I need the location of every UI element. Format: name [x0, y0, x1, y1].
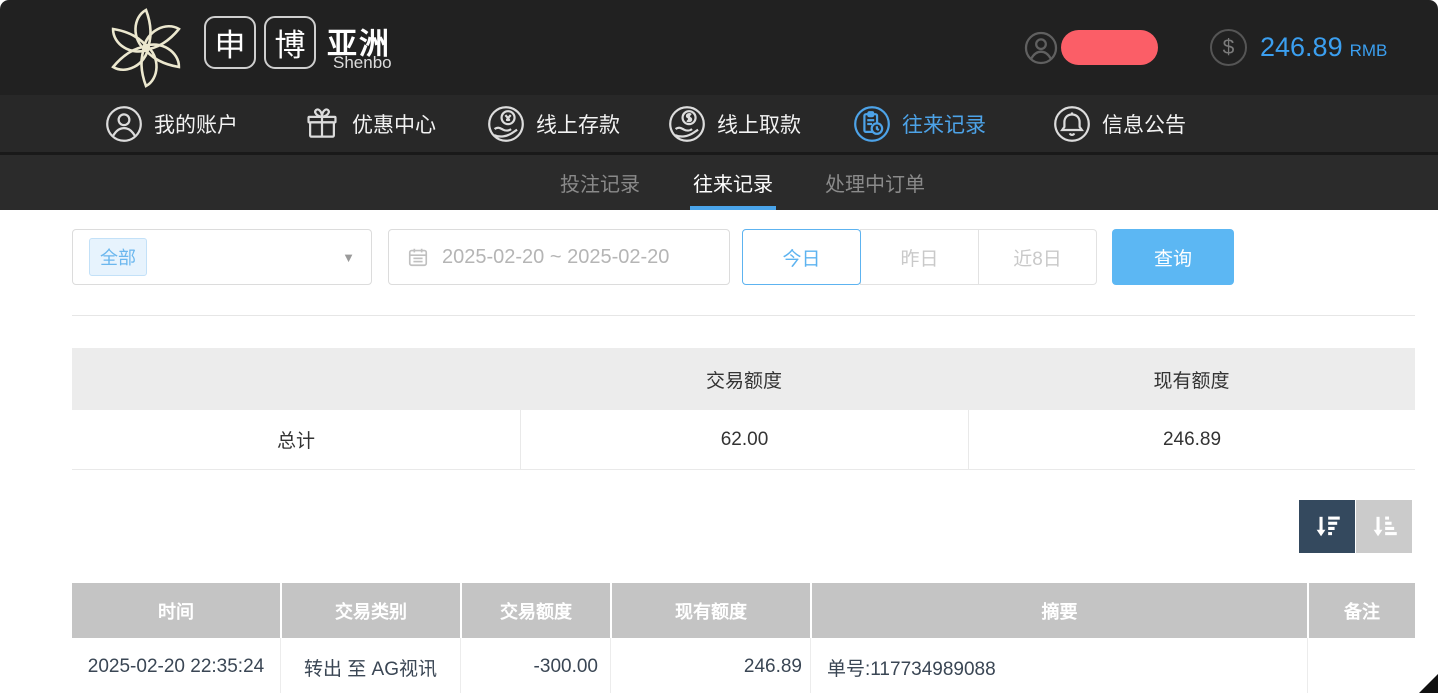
logo-subtitle: Shenbo [333, 53, 392, 73]
dollar-icon: $ [1210, 29, 1247, 66]
username-redacted-pill [1061, 30, 1158, 65]
col-balance: 现有额度 [610, 583, 810, 638]
summary-total-transaction: 62.00 [520, 410, 968, 469]
user-avatar-icon [1024, 31, 1058, 65]
gift-icon [303, 105, 341, 143]
calendar-icon [407, 246, 429, 268]
summary-total-label: 总计 [72, 410, 520, 469]
deposit-icon [487, 105, 525, 143]
cell-remark [1307, 638, 1415, 693]
balance-area[interactable]: $ 246.89 RMB [1210, 0, 1387, 95]
type-filter-select[interactable]: 全部 ▼ [72, 229, 372, 285]
nav-item-announcements[interactable]: 信息公告 [1053, 95, 1186, 152]
cell-amount: -300.00 [460, 638, 610, 693]
nav-item-label: 往来记录 [902, 109, 986, 139]
quick-date-button-group: 今日 昨日 近8日 [742, 229, 1097, 285]
nav-item-label: 线上取款 [717, 109, 801, 139]
tab-transaction-records[interactable]: 往来记录 [693, 155, 773, 210]
user-icon [105, 105, 143, 143]
nav-item-label: 信息公告 [1102, 109, 1186, 139]
selected-type-chip: 全部 [89, 238, 147, 276]
balance-currency: RMB [1350, 41, 1388, 61]
top-header: 申 博 亚洲 Shenbo $ 246.89 RMB [0, 0, 1438, 95]
nav-item-label: 线上存款 [536, 109, 620, 139]
summary-col-transaction: 交易额度 [520, 348, 968, 410]
col-amount: 交易额度 [460, 583, 610, 638]
balance-amount: 246.89 [1260, 32, 1343, 63]
sort-button-group [1299, 500, 1412, 553]
page: 申 博 亚洲 Shenbo $ 246.89 RMB 我的账户 [0, 0, 1438, 693]
col-summary: 摘要 [810, 583, 1307, 638]
main-nav: 我的账户 优惠中心 线上存款 线上取款 往来记录 [0, 95, 1438, 155]
summary-total-row: 总计 62.00 246.89 [72, 410, 1415, 470]
tab-label: 处理中订单 [825, 168, 925, 197]
flower-logo-icon [98, 6, 194, 90]
tab-bar: 投注记录 往来记录 处理中订单 [0, 155, 1438, 210]
nav-item-label: 我的账户 [154, 109, 238, 139]
nav-item-transaction-records[interactable]: 往来记录 [853, 95, 986, 152]
summary-total-balance: 246.89 [968, 410, 1415, 469]
nav-item-online-deposit[interactable]: 线上存款 [487, 95, 620, 152]
tab-processing-orders[interactable]: 处理中订单 [825, 155, 925, 210]
logo-char-box: 博 [264, 16, 316, 69]
records-header-row: 时间 交易类别 交易额度 现有额度 摘要 备注 [72, 583, 1415, 638]
summary-header-row: 交易额度 现有额度 [72, 348, 1415, 410]
date-range-value: 2025-02-20 ~ 2025-02-20 [442, 246, 669, 269]
col-remark: 备注 [1307, 583, 1415, 638]
nav-item-online-withdrawal[interactable]: 线上取款 [668, 95, 801, 152]
table-row: 2025-02-20 22:35:24 转出 至 AG视讯 -300.00 24… [72, 638, 1415, 693]
bell-icon [1053, 105, 1091, 143]
nav-item-promotions[interactable]: 优惠中心 [303, 95, 436, 152]
balance-group: 246.89 RMB [1260, 32, 1387, 63]
col-type: 交易类别 [280, 583, 460, 638]
records-table: 时间 交易类别 交易额度 现有额度 摘要 备注 2025-02-20 22:35… [72, 583, 1415, 693]
records-icon [853, 105, 891, 143]
sort-descending-button[interactable] [1299, 500, 1355, 553]
withdraw-icon [668, 105, 706, 143]
summary-table: 交易额度 现有额度 总计 62.00 246.89 [72, 348, 1415, 470]
tab-betting-records[interactable]: 投注记录 [560, 155, 640, 210]
yesterday-button[interactable]: 昨日 [860, 229, 979, 285]
user-account-area[interactable] [1024, 0, 1158, 95]
date-range-input[interactable]: 2025-02-20 ~ 2025-02-20 [388, 229, 730, 285]
today-button[interactable]: 今日 [742, 229, 861, 285]
logo-char-2: 博 [275, 20, 306, 65]
nav-item-label: 优惠中心 [352, 109, 436, 139]
tab-label: 投注记录 [560, 168, 640, 197]
nav-item-my-account[interactable]: 我的账户 [105, 95, 238, 152]
cell-type: 转出 至 AG视讯 [280, 638, 460, 693]
logo-char-1: 申 [215, 20, 246, 65]
cell-balance: 246.89 [610, 638, 810, 693]
sort-ascending-icon [1369, 511, 1400, 542]
section-divider [72, 315, 1415, 316]
sort-descending-icon [1312, 511, 1343, 542]
sort-ascending-button[interactable] [1356, 500, 1412, 553]
active-tab-underline [690, 206, 776, 210]
logo-char-box: 申 [204, 16, 256, 69]
cell-summary: 单号:117734989088 [810, 638, 1307, 693]
cell-time: 2025-02-20 22:35:24 [72, 638, 280, 693]
last-8-days-button[interactable]: 近8日 [978, 229, 1097, 285]
summary-col-balance: 现有额度 [968, 348, 1415, 410]
query-button[interactable]: 查询 [1112, 229, 1234, 285]
col-time: 时间 [72, 583, 280, 638]
resize-corner-handle[interactable] [1419, 674, 1438, 693]
chevron-down-icon: ▼ [342, 250, 355, 265]
summary-col-spacer [72, 348, 520, 410]
tab-label: 往来记录 [693, 168, 773, 197]
